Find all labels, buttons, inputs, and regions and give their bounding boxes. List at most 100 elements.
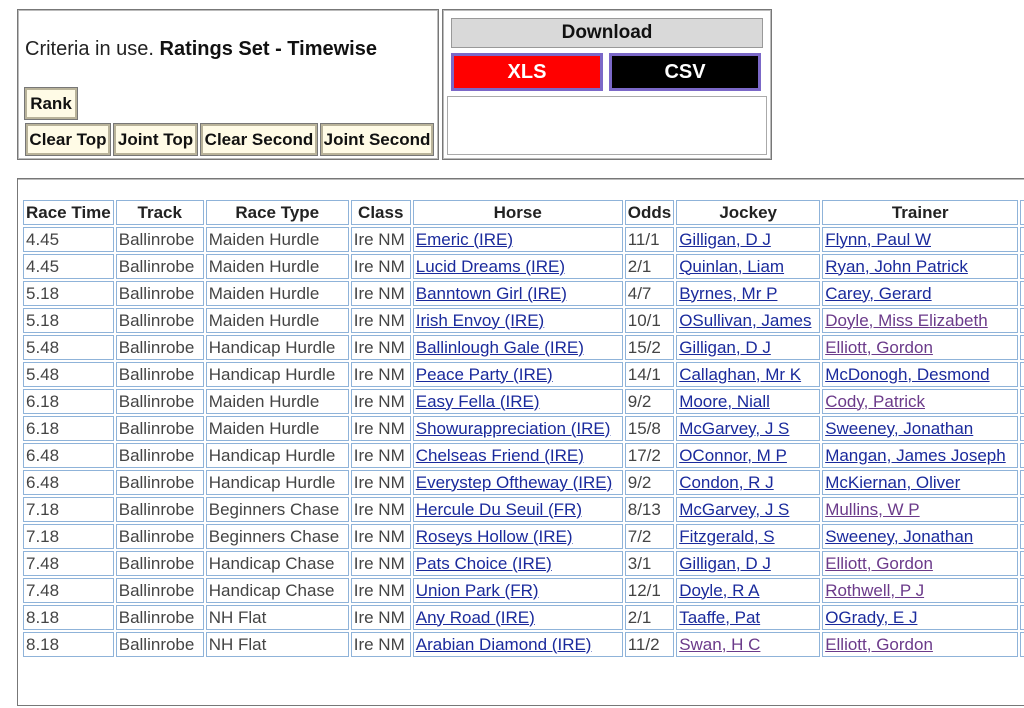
horse-link[interactable]: Easy Fella (IRE) <box>416 392 540 411</box>
race-time-cell: 5.18 <box>23 281 114 306</box>
race-type-cell: Maiden Hurdle <box>205 281 349 306</box>
odds-cell: 2/1 <box>624 254 675 279</box>
clear-second-button[interactable]: Clear Second <box>200 123 318 156</box>
table-row: 6.48 Ballinrobe Handicap Hurdle Ire NM Chels… <box>23 443 1024 468</box>
jockey-link[interactable]: Byrnes, Mr P <box>679 284 777 303</box>
jockey-link[interactable]: Moore, Niall <box>679 392 770 411</box>
col-header-jockey: Jockey <box>676 200 821 225</box>
jockey-link[interactable]: Fitzgerald, S <box>679 527 774 546</box>
odds-cell: 14/1 <box>624 362 675 387</box>
trainer-link[interactable]: Flynn, Paul W <box>825 230 931 249</box>
odds-cell: 11/2 <box>624 632 675 657</box>
jockey-link[interactable]: Quinlan, Liam <box>679 257 784 276</box>
jockey-link[interactable]: Gilligan, D J <box>679 554 771 573</box>
jockey-link[interactable]: McGarvey, J S <box>679 500 789 519</box>
trainer-link[interactable]: Carey, Gerard <box>825 284 931 303</box>
track-cell: Ballinrobe <box>115 281 204 306</box>
trainer-cell: OGrady, E J <box>822 605 1019 630</box>
trainer-link[interactable]: Doyle, Miss Elizabeth <box>825 311 988 330</box>
trainer-link[interactable]: Sweeney, Jonathan <box>825 419 973 438</box>
class-cell: Ire NM <box>350 470 411 495</box>
jockey-cell: Moore, Niall <box>676 389 821 414</box>
extra-cell <box>1020 416 1024 441</box>
trainer-link[interactable]: McKiernan, Oliver <box>825 473 960 492</box>
extra-cell <box>1020 524 1024 549</box>
joint-top-button[interactable]: Joint Top <box>113 123 198 156</box>
horse-link[interactable]: Any Road (IRE) <box>416 608 535 627</box>
horse-link[interactable]: Ballinlough Gale (IRE) <box>416 338 584 357</box>
trainer-link[interactable]: Ryan, John Patrick <box>825 257 968 276</box>
jockey-cell: Gilligan, D J <box>676 551 821 576</box>
jockey-link[interactable]: Swan, H C <box>679 635 760 654</box>
jockey-link[interactable]: Callaghan, Mr K <box>679 365 801 384</box>
horse-link[interactable]: Roseys Hollow (IRE) <box>416 527 573 546</box>
track-cell: Ballinrobe <box>115 605 204 630</box>
jockey-cell: OConnor, M P <box>676 443 821 468</box>
horse-link[interactable]: Emeric (IRE) <box>416 230 513 249</box>
trainer-link[interactable]: Cody, Patrick <box>825 392 925 411</box>
trainer-link[interactable]: Rothwell, P J <box>825 581 924 600</box>
jockey-link[interactable]: McGarvey, J S <box>679 419 789 438</box>
trainer-link[interactable]: Mangan, James Joseph <box>825 446 1006 465</box>
class-cell: Ire NM <box>350 254 411 279</box>
trainer-link[interactable]: Elliott, Gordon <box>825 635 933 654</box>
odds-cell: 17/2 <box>624 443 675 468</box>
csv-download-button[interactable]: CSV <box>609 53 761 91</box>
horse-link[interactable]: Irish Envoy (IRE) <box>416 311 544 330</box>
odds-cell: 10/1 <box>624 308 675 333</box>
horse-link[interactable]: Showurappreciation (IRE) <box>416 419 611 438</box>
odds-cell: 8/13 <box>624 497 675 522</box>
horse-link[interactable]: Everystep Oftheway (IRE) <box>416 473 613 492</box>
jockey-cell: Condon, R J <box>676 470 821 495</box>
jockey-link[interactable]: OConnor, M P <box>679 446 787 465</box>
horse-link[interactable]: Banntown Girl (IRE) <box>416 284 567 303</box>
track-cell: Ballinrobe <box>115 416 204 441</box>
jockey-cell: Quinlan, Liam <box>676 254 821 279</box>
extra-cell <box>1020 335 1024 360</box>
jockey-link[interactable]: OSullivan, James <box>679 311 811 330</box>
jockey-link[interactable]: Gilligan, D J <box>679 230 771 249</box>
rank-button[interactable]: Rank <box>24 87 78 120</box>
trainer-cell: Cody, Patrick <box>822 389 1019 414</box>
trainer-link[interactable]: Sweeney, Jonathan <box>825 527 973 546</box>
race-time-cell: 7.18 <box>23 524 114 549</box>
track-cell: Ballinrobe <box>115 389 204 414</box>
class-cell: Ire NM <box>350 362 411 387</box>
jockey-link[interactable]: Taaffe, Pat <box>679 608 760 627</box>
horse-cell: Everystep Oftheway (IRE) <box>412 470 623 495</box>
horse-link[interactable]: Lucid Dreams (IRE) <box>416 257 565 276</box>
horse-link[interactable]: Arabian Diamond (IRE) <box>416 635 592 654</box>
class-cell: Ire NM <box>350 335 411 360</box>
odds-cell: 11/1 <box>624 227 675 252</box>
xls-download-button[interactable]: XLS <box>451 53 603 91</box>
clear-top-button[interactable]: Clear Top <box>25 123 111 156</box>
col-header-track: Track <box>115 200 204 225</box>
horse-link[interactable]: Pats Choice (IRE) <box>416 554 552 573</box>
joint-second-button[interactable]: Joint Second <box>320 123 434 156</box>
race-time-cell: 7.48 <box>23 578 114 603</box>
download-panel: Download XLS CSV <box>442 9 772 160</box>
jockey-link[interactable]: Doyle, R A <box>679 581 759 600</box>
race-time-cell: 5.18 <box>23 308 114 333</box>
horse-cell: Lucid Dreams (IRE) <box>412 254 623 279</box>
trainer-link[interactable]: Mullins, W P <box>825 500 919 519</box>
col-header-trainer: Trainer <box>822 200 1019 225</box>
track-cell: Ballinrobe <box>115 551 204 576</box>
jockey-link[interactable]: Gilligan, D J <box>679 338 771 357</box>
table-row: 5.18 Ballinrobe Maiden Hurdle Ire NM Banntow… <box>23 281 1024 306</box>
horse-cell: Banntown Girl (IRE) <box>412 281 623 306</box>
race-time-cell: 6.18 <box>23 416 114 441</box>
trainer-cell: Rothwell, P J <box>822 578 1019 603</box>
trainer-link[interactable]: McDonogh, Desmond <box>825 365 989 384</box>
horse-link[interactable]: Peace Party (IRE) <box>416 365 553 384</box>
extra-cell <box>1020 578 1024 603</box>
track-cell: Ballinrobe <box>115 308 204 333</box>
trainer-link[interactable]: OGrady, E J <box>825 608 917 627</box>
jockey-link[interactable]: Condon, R J <box>679 473 774 492</box>
horse-link[interactable]: Union Park (FR) <box>416 581 539 600</box>
horse-link[interactable]: Chelseas Friend (IRE) <box>416 446 584 465</box>
trainer-cell: Mullins, W P <box>822 497 1019 522</box>
trainer-link[interactable]: Elliott, Gordon <box>825 554 933 573</box>
horse-link[interactable]: Hercule Du Seuil (FR) <box>416 500 582 519</box>
trainer-link[interactable]: Elliott, Gordon <box>825 338 933 357</box>
